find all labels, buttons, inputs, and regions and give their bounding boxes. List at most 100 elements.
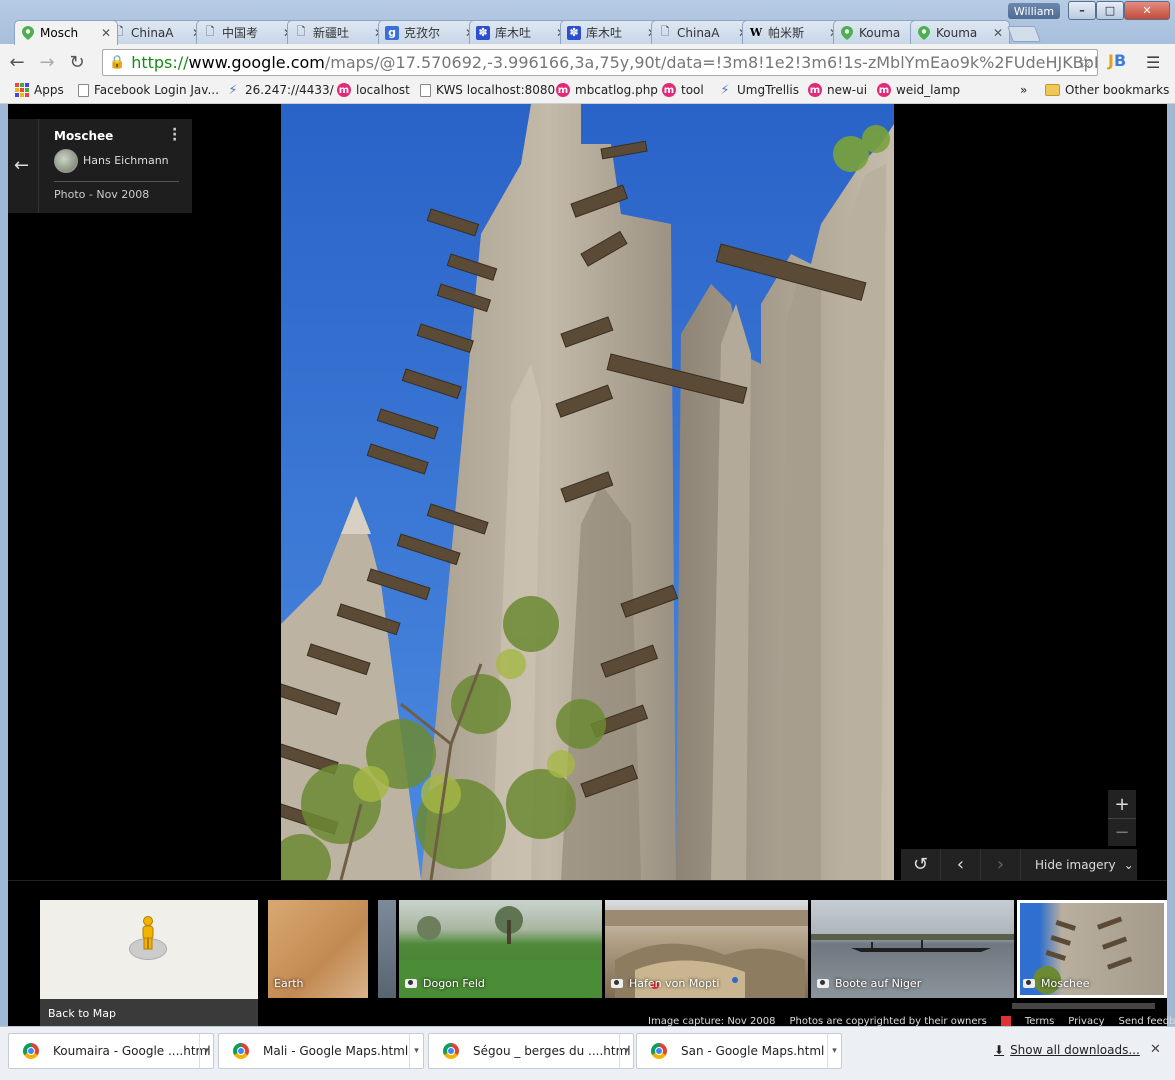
tab-moschee[interactable]: Mosch ✕ [14,20,118,45]
download-item[interactable]: San - Google Maps.html ▾ [636,1033,842,1069]
avatar[interactable] [54,149,78,173]
bookmark-umgtrellis[interactable]: ⚡ UmgTrellis [718,82,799,98]
divider [38,119,39,213]
lock-icon: 🔒 [109,55,126,70]
browser-window: Mosch ✕ 🗋 ChinaA ✕ 🗋 中国考 ✕ 🗋 新疆吐 ✕ g 克孜尔… [0,0,1175,1080]
hafen-von-mopti-card[interactable]: Hafen von Mopti [605,900,808,998]
bookmark-label: tool [681,83,704,97]
bookmark-tool[interactable]: m tool [662,83,704,97]
photo-title: Moschee [54,129,114,143]
tab-koumaira-2[interactable]: Kouma ✕ [910,20,1010,44]
hide-imagery-button[interactable]: Hide imagery ⌄ [1021,858,1134,872]
chevron-right-icon[interactable]: › [981,849,1021,880]
bookmark-label: Facebook Login Jav... [94,83,219,97]
address-bar[interactable]: 🔒 https://www.google.com/maps/@17.570692… [102,49,1098,76]
download-item[interactable]: Koumaira - Google ....html ▾ [8,1033,214,1069]
download-item[interactable]: Ségou _ berges du ....html ▾ [428,1033,634,1069]
tab-zhongguo[interactable]: 🗋 中国考 ✕ [196,20,300,44]
page-icon [420,83,431,97]
forward-arrow-icon[interactable]: → [34,49,60,75]
back-to-map-card[interactable]: Back to Map [40,900,258,1027]
bookmark-label: mbcatlog.php [575,83,658,97]
download-item[interactable]: Mali - Google Maps.html ▾ [218,1033,424,1069]
bookmark-weid-lamp[interactable]: m weid_lamp [877,83,960,97]
photo-info-card: ← Moschee · · · Hans Eichmann Photo - Nov … [8,119,192,213]
jetbrains-extension-icon[interactable]: JB [1108,51,1126,70]
tab-chinaa-2[interactable]: 🗋 ChinaA ✕ [651,20,755,44]
minimize-button[interactable]: – [1068,1,1096,20]
new-tab-button[interactable] [1007,26,1041,42]
camera-icon [611,979,623,988]
tab-label: ChinaA [131,25,174,40]
zoom-controls: + − [1108,790,1136,846]
rotate-icon[interactable]: ↺ [901,849,941,880]
zoom-in-button[interactable]: + [1108,790,1136,818]
back-arrow-icon[interactable]: ← [4,49,30,75]
bookmark-26-247[interactable]: ⚡ 26.247://4433/ [226,83,334,98]
page-icon [78,83,89,97]
tab-label: 库木吐 [586,26,623,40]
link-icon: ⚡ [720,82,730,98]
photo-date: Photo - Nov 2008 [54,188,150,201]
more-options-icon[interactable]: · · · [172,123,177,147]
caret-up-icon[interactable]: ▾ [409,1034,423,1068]
bookmark-apps[interactable]: Apps [15,83,64,97]
google-plus-icon[interactable] [1000,1016,1011,1026]
download-arrow-icon: ⬇ [994,1043,1005,1057]
camera-icon [405,979,417,988]
maps-icon [917,25,931,40]
bookmark-star-icon[interactable]: ☆ [1078,53,1093,73]
page-icon: 🗋 [205,25,215,38]
tab-label: 库木吐 [495,26,532,40]
back-arrow-icon[interactable]: ← [14,155,29,176]
mosque-photo[interactable] [281,104,894,880]
zoom-out-button[interactable]: − [1108,818,1136,846]
dogon-feld-card[interactable]: Dogon Feld [399,900,602,998]
other-bookmarks-folder[interactable]: Other bookmarks [1045,83,1169,97]
tab-xinjiang[interactable]: 🗋 新疆吐 ✕ [287,20,391,44]
bookmark-label: localhost [356,83,410,97]
bookmark-label: 26.247://4433/ [245,83,334,97]
boote-auf-niger-card[interactable]: Boote auf Niger [811,900,1014,998]
tab-kumtura-2[interactable]: ✽ 库木吐 ✕ [560,20,664,44]
chrome-icon [23,1043,39,1059]
caret-up-icon[interactable]: ▾ [199,1034,213,1068]
moschee-card[interactable]: Moschee [1017,900,1167,998]
bookmark-facebook[interactable]: Facebook Login Jav... [78,83,219,97]
imagery-control-bar: ↺ ‹ › Hide imagery ⌄ [901,849,1137,880]
page-icon: 🗋 [296,25,306,38]
partial-thumbnail[interactable] [378,900,396,998]
close-window-button[interactable]: ✕ [1124,1,1170,20]
bookmark-label: Apps [34,83,64,97]
bookmark-kws[interactable]: KWS localhost:8080 [420,83,555,97]
show-all-label: Show all downloads... [1010,1043,1140,1057]
close-icon[interactable]: ✕ [1150,1042,1161,1057]
filmstrip-scrollbar[interactable] [1012,1003,1155,1009]
reload-icon[interactable]: ↻ [64,49,90,75]
caret-up-icon[interactable]: ▾ [619,1034,633,1068]
tab-chinaa[interactable]: 🗋 ChinaA ✕ [105,20,209,44]
tab-kizil[interactable]: g 克孜尔 ✕ [378,20,482,44]
tab-label: Kouma [936,25,978,40]
bookmark-mbcatlog[interactable]: m mbcatlog.php [556,83,658,97]
browser-toolbar: ← → ↻ 🔒 https://www.google.com/maps/@17.… [0,44,1175,80]
bookmark-new-ui[interactable]: m new-ui [808,83,867,97]
bookmark-label: Other bookmarks [1065,83,1170,97]
card-label: Dogon Feld [405,977,485,990]
menu-icon[interactable]: ☰ [1146,53,1160,72]
close-icon[interactable]: ✕ [101,26,111,40]
bookmark-localhost[interactable]: m localhost [337,83,410,97]
close-icon[interactable]: ✕ [993,26,1003,40]
tab-wikipedia[interactable]: W 帕米斯 ✕ [742,20,846,44]
tab-kumtura-1[interactable]: ✽ 库木吐 ✕ [469,20,573,44]
caret-up-icon[interactable]: ▾ [827,1034,841,1068]
url-path: /maps/@17.570692,-3.996166,3a,75y,90t/da… [324,53,1097,72]
maximize-button[interactable]: □ [1096,1,1124,20]
earth-card[interactable]: Earth [268,900,368,998]
chevron-left-icon[interactable]: ‹ [941,849,981,880]
profile-button[interactable]: William [1008,3,1060,19]
show-all-downloads-link[interactable]: ⬇ Show all downloads... [994,1043,1140,1057]
bookmarks-overflow-button[interactable]: » [1020,83,1027,97]
tab-label: 中国考 [222,26,259,40]
photo-author[interactable]: Hans Eichmann [83,154,169,167]
